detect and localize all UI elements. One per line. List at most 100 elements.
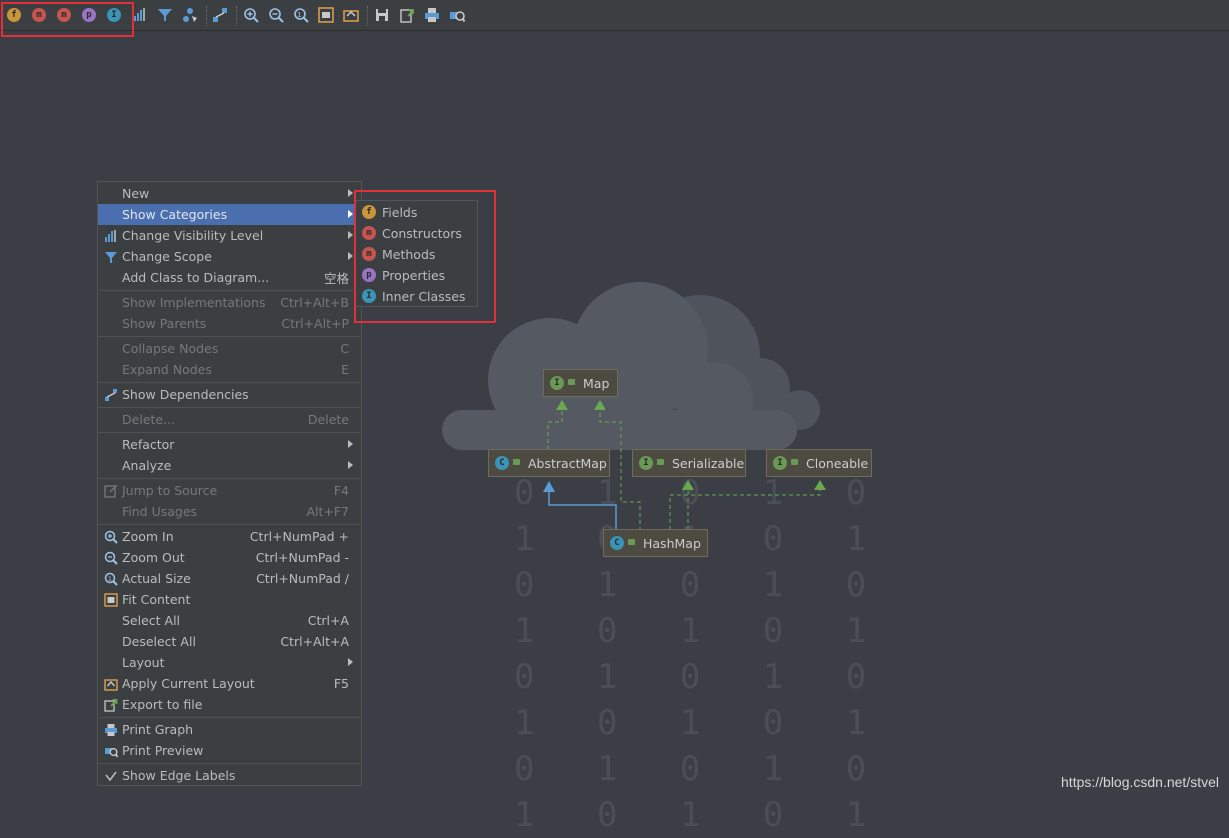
menu-item-expand-nodes[interactable]: Expand Nodes E: [98, 359, 361, 380]
menu-item-change-scope[interactable]: Change Scope: [98, 246, 361, 267]
menu-item-delete[interactable]: Delete... Delete: [98, 409, 361, 430]
submenu-arrow-icon: [348, 210, 353, 218]
menu-item-fit-content[interactable]: Fit Content: [98, 589, 361, 610]
menu-item-shortcut: Delete: [307, 412, 349, 427]
menu-item-change-visibility-level[interactable]: Change Visibility Level: [98, 225, 361, 246]
submenu-arrow-icon: [348, 658, 353, 666]
menu-item-label: Show Dependencies: [122, 387, 249, 402]
menu-item-shortcut: Ctrl+NumPad /: [256, 571, 349, 586]
layout-icon: [183, 8, 197, 22]
menu-item-deselect-all[interactable]: Deselect All Ctrl+Alt+A: [98, 631, 361, 652]
print-button[interactable]: [423, 6, 441, 24]
menu-item-label: Jump to Source: [122, 483, 218, 498]
print-preview-icon: [450, 11, 465, 23]
menu-item-label: Show Parents: [122, 316, 207, 331]
menu-item-shortcut: F5: [333, 676, 349, 691]
menu-item-zoom-in[interactable]: Zoom In Ctrl+NumPad +: [98, 526, 361, 547]
fit-content-icon: [318, 7, 334, 23]
menu-item-label: Export to file: [122, 697, 203, 712]
menu-item-print-graph[interactable]: Print Graph: [98, 719, 361, 740]
menu-item-zoom-out[interactable]: Zoom Out Ctrl+NumPad -: [98, 547, 361, 568]
menu-item-find-usages[interactable]: Find Usages Alt+F7: [98, 501, 361, 522]
apply-layout-icon: [103, 676, 118, 691]
print-preview-button[interactable]: [448, 6, 466, 24]
menu-item-show-edge-labels[interactable]: Show Edge Labels: [98, 765, 361, 786]
visibility-icon: [103, 228, 118, 243]
fit-content-button[interactable]: [317, 6, 335, 24]
public-lock-icon: [568, 379, 575, 385]
menu-item-label: New: [122, 186, 150, 201]
menu-item-add-class[interactable]: Add Class to Diagram... 空格: [98, 267, 361, 288]
menu-item-label: Add Class to Diagram...: [122, 270, 270, 285]
menu-item-collapse-nodes[interactable]: Collapse Nodes C: [98, 338, 361, 359]
toolbar-separator: [367, 6, 369, 26]
diagram-toolbar: f m m p I 1: [0, 0, 1229, 31]
show-dependencies-button[interactable]: [211, 6, 229, 24]
node-label: Map: [583, 375, 610, 391]
menu-separator: [99, 524, 360, 525]
menu-item-apply-current-layout[interactable]: Apply Current Layout F5: [98, 673, 361, 694]
save-icon: [376, 9, 388, 21]
jump-source-icon: [103, 483, 118, 498]
print-icon: [103, 722, 118, 737]
menu-item-label: Find Usages: [122, 504, 198, 519]
menu-item-shortcut: Ctrl+NumPad -: [255, 550, 349, 565]
menu-item-new[interactable]: New: [98, 183, 361, 204]
menu-item-select-all[interactable]: Select All Ctrl+A: [98, 610, 361, 631]
menu-separator: [99, 478, 360, 479]
node-serializable[interactable]: I Serializable: [632, 449, 746, 477]
menu-item-actual-size[interactable]: 1 Actual Size Ctrl+NumPad /: [98, 568, 361, 589]
menu-item-label: Show Categories: [122, 207, 228, 222]
menu-item-show-categories[interactable]: Show Categories: [98, 204, 361, 225]
submenu-arrow-icon: [348, 440, 353, 448]
svg-text:1: 1: [108, 576, 112, 583]
submenu-arrow-icon: [348, 461, 353, 469]
menu-item-shortcut: Ctrl+Alt+A: [280, 634, 349, 649]
menu-separator: [99, 336, 360, 337]
export-icon: [400, 9, 414, 23]
export-button[interactable]: [398, 6, 416, 24]
watermark: https://blog.csdn.net/stvel: [1061, 774, 1219, 790]
actual-size-button[interactable]: 1: [292, 6, 310, 24]
node-label: Cloneable: [806, 455, 869, 471]
menu-item-label: Apply Current Layout: [122, 676, 255, 691]
node-label: HashMap: [643, 535, 701, 551]
public-lock-icon: [513, 459, 520, 465]
menu-item-shortcut: C: [340, 341, 349, 356]
menu-item-label: Refactor: [122, 437, 175, 452]
node-cloneable[interactable]: I Cloneable: [766, 449, 872, 477]
zoom-out-button[interactable]: [267, 6, 285, 24]
zoom-out-icon: [103, 550, 118, 565]
menu-item-analyze[interactable]: Analyze: [98, 455, 361, 476]
filter-icon: [103, 249, 118, 264]
menu-item-refactor[interactable]: Refactor: [98, 434, 361, 455]
save-button[interactable]: [373, 6, 391, 24]
dependencies-icon: [213, 8, 227, 22]
menu-separator: [99, 432, 360, 433]
menu-item-jump-to-source[interactable]: Jump to Source F4: [98, 480, 361, 501]
menu-item-shortcut: E: [341, 362, 349, 377]
menu-item-export-to-file[interactable]: Export to file: [98, 694, 361, 715]
menu-item-label: Show Implementations: [122, 295, 266, 310]
menu-item-label: Change Scope: [122, 249, 212, 264]
menu-separator: [99, 382, 360, 383]
zoom-in-icon: [244, 8, 259, 23]
menu-item-show-implementations[interactable]: Show Implementations Ctrl+Alt+B: [98, 292, 361, 313]
zoom-in-button[interactable]: [242, 6, 260, 24]
actual-size-icon: 1: [294, 8, 309, 23]
interface-icon: I: [550, 376, 564, 390]
menu-item-show-parents[interactable]: Show Parents Ctrl+Alt+P: [98, 313, 361, 334]
export-icon: [103, 697, 118, 712]
scope-button[interactable]: [156, 6, 174, 24]
menu-item-print-preview[interactable]: Print Preview: [98, 740, 361, 761]
node-map[interactable]: I Map: [543, 369, 618, 397]
menu-item-show-dependencies[interactable]: Show Dependencies: [98, 384, 361, 405]
dependencies-icon: [103, 387, 118, 402]
node-hashmap[interactable]: C HashMap: [603, 529, 708, 557]
node-abstractmap[interactable]: C AbstractMap: [488, 449, 610, 477]
menu-item-layout[interactable]: Layout: [98, 652, 361, 673]
menu-item-label: Analyze: [122, 458, 172, 473]
layout-button[interactable]: [181, 6, 199, 24]
apply-layout-button[interactable]: [342, 6, 360, 24]
public-lock-icon: [791, 459, 798, 465]
